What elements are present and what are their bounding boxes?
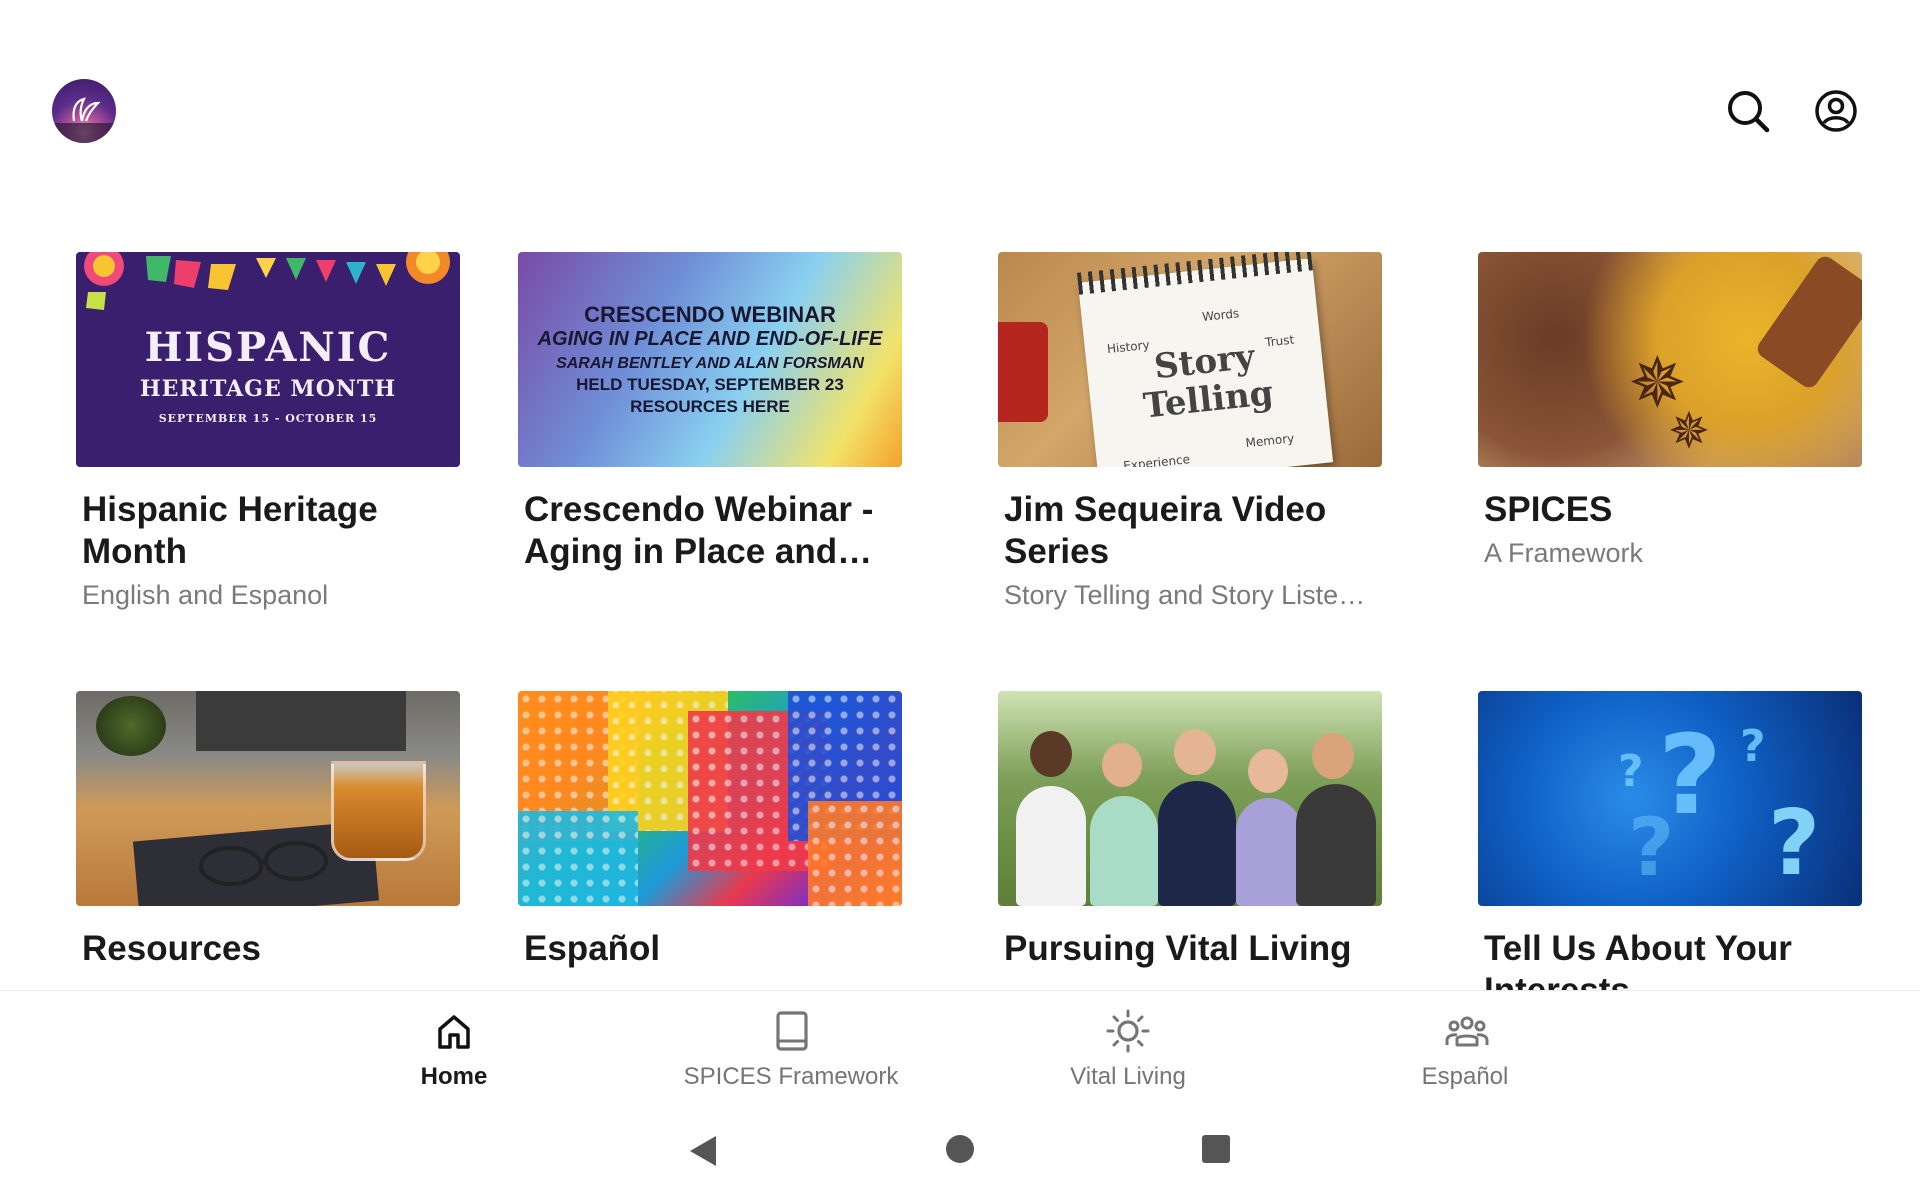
card-thumbnail xyxy=(518,691,902,906)
nav-spices-framework[interactable]: SPICES Framework xyxy=(661,991,921,1099)
person-shape xyxy=(1016,786,1086,906)
book-icon xyxy=(776,1011,808,1051)
person-head xyxy=(1174,729,1216,775)
card-title: Crescendo Webinar - Aging in Place and E… xyxy=(524,490,874,571)
thumb-line: HELD TUESDAY, SEPTEMBER 23 xyxy=(576,375,844,394)
card-title: Español xyxy=(524,929,661,968)
thumb-line: CRESCENDO WEBINAR xyxy=(584,302,836,327)
thumb-word: Experience xyxy=(1122,452,1191,467)
person-head xyxy=(1312,733,1354,779)
nav-espanol[interactable]: Español xyxy=(1335,991,1595,1099)
star-anise-icon: ✵ xyxy=(1668,403,1710,459)
sun-icon xyxy=(1106,1009,1150,1053)
card-tell-us-about-your-interests[interactable]: ? ? ? ? ? Tell Us About Your Interests xyxy=(1478,691,1862,990)
home-icon xyxy=(438,1015,470,1049)
groups-icon xyxy=(1445,1016,1489,1047)
thumb-dates: SEPTEMBER 15 - OCTOBER 15 xyxy=(158,412,378,425)
thumb-line: SARAH BENTLEY AND ALAN FORSMAN xyxy=(556,355,864,372)
card-pursuing-vital-living[interactable]: Pursuing Vital Living xyxy=(998,691,1382,970)
thumb-word: Memory xyxy=(1244,431,1295,451)
card-thumbnail xyxy=(76,691,460,906)
nav-vital-living[interactable]: Vital Living xyxy=(998,991,1258,1099)
question-mark-icon: ? xyxy=(1768,791,1821,896)
card-thumbnail xyxy=(998,691,1382,906)
person-head xyxy=(1248,749,1288,793)
card-thumbnail: ✵ ✵ xyxy=(1478,252,1862,467)
card-title: Hispanic Heritage Month xyxy=(82,490,378,571)
card-thumbnail: ? ? ? ? ? xyxy=(1478,691,1862,906)
thumb-line: AGING IN PLACE AND END-OF-LIFE xyxy=(537,328,883,350)
person-shape xyxy=(1158,781,1236,906)
card-thumbnail: HISPANIC HERITAGE MONTH SEPTEMBER 15 - O… xyxy=(76,252,460,467)
card-subtitle: Story Telling and Story Listening xyxy=(1004,580,1376,610)
card-thumbnail: CRESCENDO WEBINAR AGING IN PLACE AND END… xyxy=(518,252,902,467)
back-icon[interactable] xyxy=(688,1134,718,1168)
system-navigation-bar xyxy=(0,1098,1920,1200)
person-shape xyxy=(1236,798,1302,906)
card-hispanic-heritage-month[interactable]: HISPANIC HERITAGE MONTH SEPTEMBER 15 - O… xyxy=(76,252,460,615)
papel-picado-flag xyxy=(518,811,638,906)
thumb-line: RESOURCES HERE xyxy=(630,397,790,416)
recents-square-icon[interactable] xyxy=(1201,1134,1231,1164)
card-crescendo-webinar[interactable]: CRESCENDO WEBINAR AGING IN PLACE AND END… xyxy=(518,252,902,573)
bunting-decoration xyxy=(84,252,450,310)
card-title: Jim Sequeira Video Series xyxy=(1004,490,1327,571)
card-subtitle: English and Espanol xyxy=(82,580,329,610)
card-spices[interactable]: ✵ ✵ SPICES A Framework xyxy=(1478,252,1862,573)
app-header xyxy=(0,0,1920,200)
person-head xyxy=(1102,743,1142,787)
card-resources[interactable]: Resources xyxy=(76,691,460,970)
mug-shape xyxy=(998,322,1048,422)
nav-home[interactable]: Home xyxy=(324,991,584,1099)
home-circle-icon[interactable] xyxy=(945,1134,975,1164)
thumb-word: Words xyxy=(1201,306,1240,325)
notepad-shape: Story Telling History Words Trust Memory… xyxy=(1076,252,1334,467)
nav-vital-living-label: Vital Living xyxy=(1070,1063,1186,1090)
thumb-heading: HISPANIC xyxy=(144,324,392,371)
papel-picado-flag xyxy=(808,801,902,906)
card-title: Pursuing Vital Living xyxy=(1004,929,1352,968)
laptop-shape xyxy=(196,691,406,751)
thumb-subheading: HERITAGE MONTH xyxy=(139,376,397,402)
spiral-rings xyxy=(1076,252,1313,295)
tea-cup-shape xyxy=(331,761,426,861)
app-logo[interactable] xyxy=(52,79,116,143)
bottom-navigation: Home SPICES Framework Vital Living Españ… xyxy=(0,990,1920,1098)
question-mark-icon: ? xyxy=(1740,721,1766,772)
search-icon[interactable] xyxy=(1725,88,1771,134)
card-jim-sequeira-video-series[interactable]: Story Telling History Words Trust Memory… xyxy=(998,252,1382,615)
question-mark-icon: ? xyxy=(1628,801,1675,894)
card-espanol[interactable]: Español xyxy=(518,691,902,970)
nav-home-label: Home xyxy=(420,1063,488,1090)
person-shape xyxy=(1296,784,1376,906)
logo-leaf-icon xyxy=(52,97,116,143)
card-title: SPICES xyxy=(1484,490,1613,529)
nav-espanol-label: Español xyxy=(1421,1063,1509,1090)
card-thumbnail: Story Telling History Words Trust Memory… xyxy=(998,252,1382,467)
account-circle-icon[interactable] xyxy=(1813,88,1859,134)
person-head xyxy=(1030,731,1072,777)
content-grid: HISPANIC HERITAGE MONTH SEPTEMBER 15 - O… xyxy=(0,250,1920,990)
glasses-icon xyxy=(199,841,328,886)
card-title: Tell Us About Your Interests xyxy=(1484,929,1792,990)
question-mark-icon: ? xyxy=(1618,746,1644,797)
card-subtitle: A Framework xyxy=(1484,538,1644,568)
person-shape xyxy=(1090,796,1158,906)
card-title: Resources xyxy=(82,929,261,968)
plant-shape xyxy=(96,696,166,756)
nav-spices-framework-label: SPICES Framework xyxy=(683,1063,899,1090)
cinnamon-stick xyxy=(1753,252,1862,392)
